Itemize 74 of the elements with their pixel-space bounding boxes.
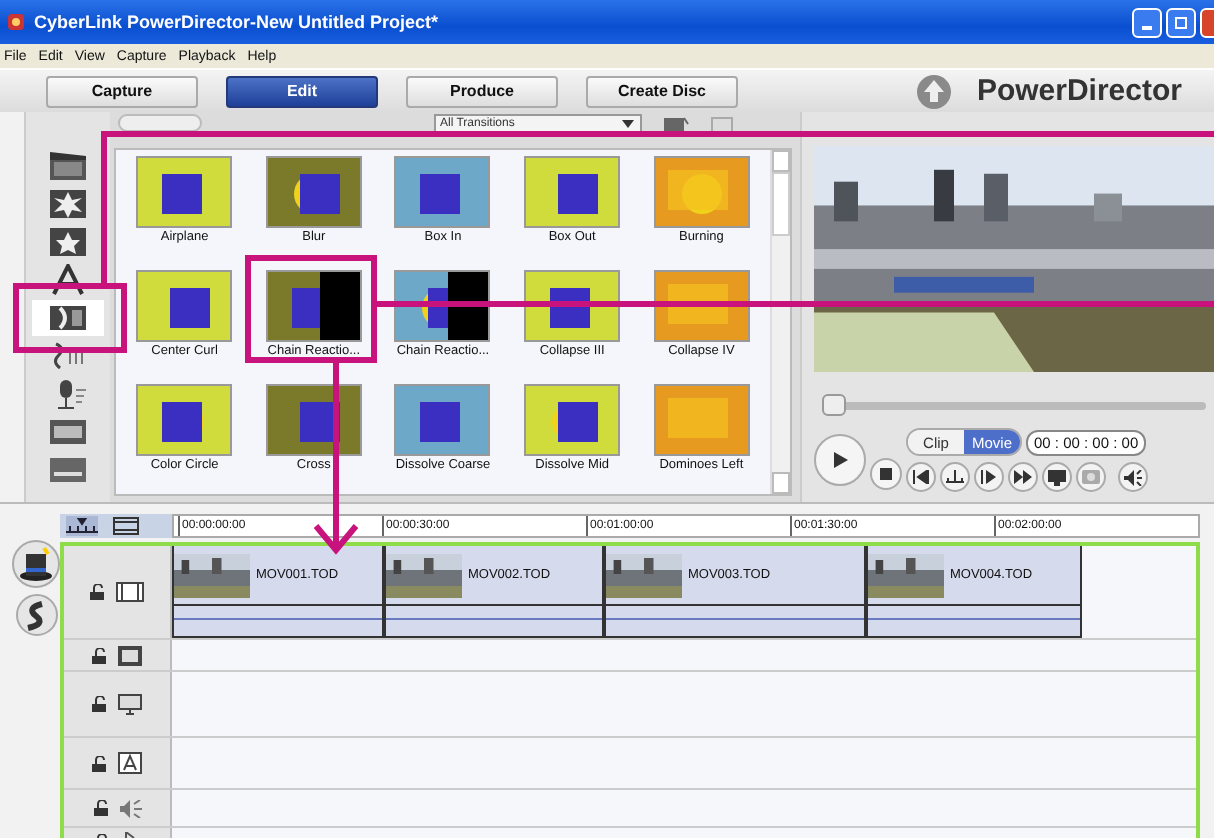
magic-hat-button[interactable] [12, 540, 60, 588]
library-menu-button[interactable] [118, 114, 202, 132]
camera-icon [1082, 470, 1100, 484]
transition-thumbnail[interactable] [524, 384, 621, 456]
import-icon[interactable] [662, 113, 690, 133]
volume-button[interactable] [1118, 462, 1148, 492]
lock-icon[interactable] [92, 755, 108, 771]
storyboard-view-button[interactable] [110, 516, 142, 536]
next-frame-icon [980, 470, 998, 484]
subtitle-icon [48, 454, 88, 486]
stop-button[interactable] [870, 458, 902, 490]
storyboard-icon [112, 516, 140, 536]
film-icon [116, 582, 144, 602]
lock-icon[interactable] [92, 647, 108, 663]
previous-frame-icon [912, 470, 930, 484]
letter-a-icon [48, 264, 88, 296]
letter-a-icon [118, 752, 142, 774]
play-button[interactable] [814, 434, 866, 486]
minimize-button[interactable] [1132, 7, 1162, 37]
restore-button[interactable] [1166, 7, 1196, 37]
transition-thumbnail[interactable] [524, 156, 621, 228]
ruler-icon [66, 518, 98, 534]
transition-thumbnail[interactable] [265, 270, 362, 342]
transition-thumbnail[interactable] [265, 384, 362, 456]
starburst-icon [48, 188, 88, 220]
transition-thumbnail[interactable] [653, 156, 750, 228]
magic-style-button[interactable] [15, 594, 57, 636]
transition-thumbnail[interactable] [265, 156, 362, 228]
speaker-icon [119, 799, 141, 817]
transition-thumbnail[interactable] [394, 156, 491, 228]
transition-thumbnail[interactable] [653, 384, 750, 456]
transition-thumbnail[interactable] [524, 270, 621, 342]
transition-thumbnail[interactable] [394, 384, 491, 456]
previous-frame-button[interactable] [906, 462, 936, 492]
app-icon [6, 12, 26, 32]
magic-hat-icon [18, 546, 54, 582]
monitor-icon [118, 693, 142, 715]
transition-thumbnail[interactable] [136, 384, 233, 456]
mode-tab[interactable]: Create Disc [586, 75, 738, 107]
next-frame-button[interactable] [974, 462, 1004, 492]
transition-thumbnail[interactable] [136, 156, 233, 228]
clapper-icon [48, 150, 88, 182]
fast-forward-icon [1014, 470, 1032, 484]
seek-slider[interactable] [822, 394, 1206, 416]
brand-logo: PowerDirector [976, 74, 1182, 108]
lock-icon[interactable] [92, 696, 108, 712]
mode-tab[interactable]: Capture [46, 75, 198, 107]
scrollbar[interactable] [770, 150, 790, 494]
speaker-icon [1124, 469, 1142, 485]
mode-tab[interactable]: Edit [226, 75, 378, 107]
transition-thumbnail[interactable] [394, 270, 491, 342]
help-icon[interactable] [710, 113, 738, 133]
lock-icon[interactable] [93, 800, 109, 816]
marker-button[interactable] [940, 462, 970, 492]
mixer-icon [48, 340, 88, 372]
monitor-button[interactable] [1042, 462, 1072, 492]
restore-icon [1173, 14, 1189, 30]
caret-icon [620, 117, 636, 129]
marker-icon [946, 470, 964, 484]
slider-thumb[interactable] [822, 394, 846, 416]
transition-thumbnail[interactable] [653, 270, 750, 342]
transition-thumbnail[interactable] [136, 270, 233, 342]
mode-tab[interactable]: Produce [406, 75, 558, 107]
timeline-view-button[interactable] [66, 516, 98, 536]
film-frame-icon [48, 416, 88, 448]
lock-icon[interactable] [90, 584, 106, 600]
transition-icon [48, 302, 88, 334]
transition-room-button[interactable] [32, 300, 104, 336]
window-title: CyberLink PowerDirector-New Untitled Project* [34, 12, 439, 32]
play-icon [830, 450, 850, 470]
fast-forward-button[interactable] [1008, 462, 1038, 492]
monitor-icon [1048, 469, 1066, 485]
film-frame-icon [118, 645, 142, 665]
stop-icon [880, 468, 892, 480]
